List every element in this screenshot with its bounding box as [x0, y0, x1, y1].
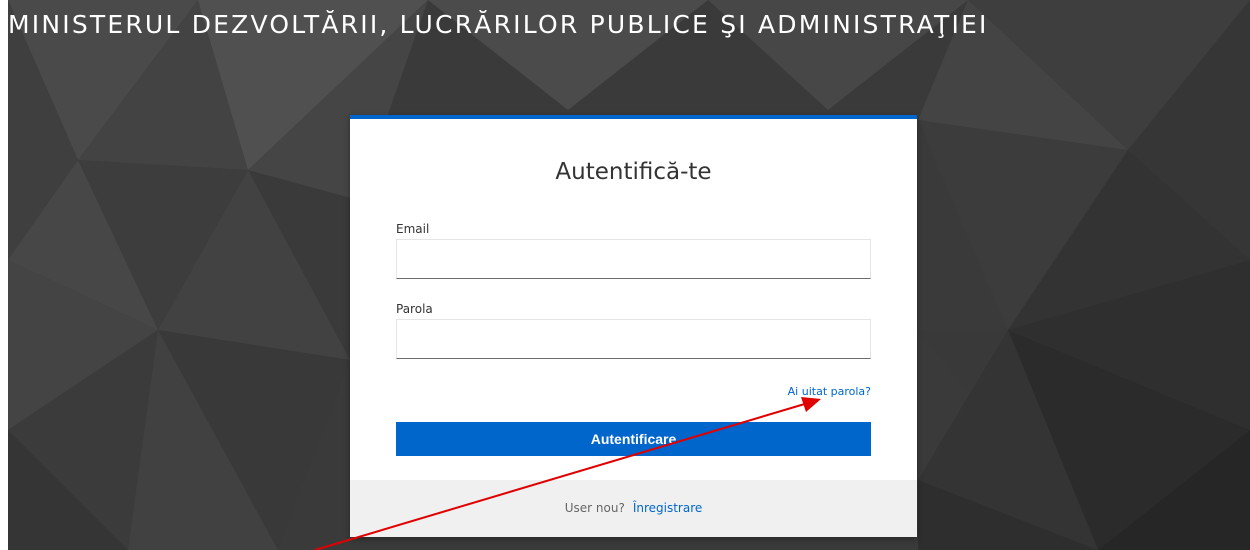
email-field[interactable]: [396, 239, 871, 279]
password-field[interactable]: [396, 319, 871, 359]
email-label: Email: [396, 222, 430, 236]
card-footer: User nou? Înregistrare: [350, 480, 917, 537]
login-title: Autentifică-te: [555, 159, 712, 185]
login-card: Autentifică-te Email Parola Ai uitat par…: [350, 115, 917, 537]
forgot-password-link[interactable]: Ai uitat parola?: [788, 385, 871, 398]
page-title: MINISTERUL DEZVOLTĂRII, LUCRĂRILOR PUBLI…: [8, 10, 989, 39]
login-button[interactable]: Autentificare: [396, 422, 871, 456]
new-user-text: User nou?: [564, 501, 625, 515]
screenshot-stage: MINISTERUL DEZVOLTĂRII, LUCRĂRILOR PUBLI…: [0, 0, 1250, 550]
register-link[interactable]: Înregistrare: [633, 501, 702, 515]
password-label: Parola: [396, 302, 433, 316]
